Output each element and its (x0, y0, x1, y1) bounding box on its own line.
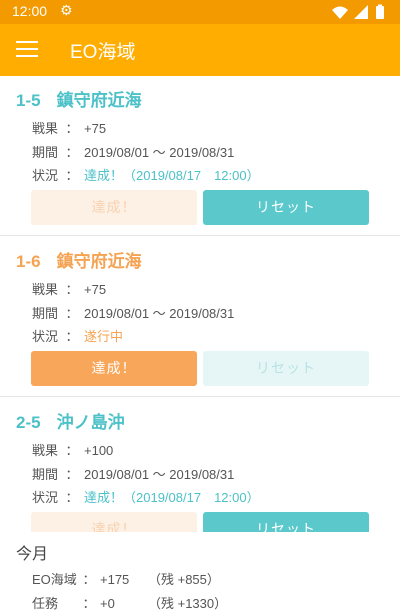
status-icons (332, 4, 384, 19)
hamburger-menu-icon[interactable] (16, 41, 38, 59)
status-row: 状況：達成！（2019/08/17 12:00） (32, 168, 260, 183)
reset-button[interactable]: リセット (203, 190, 369, 225)
result-row: 戦果： +100 (32, 443, 114, 458)
achieve-button[interactable]: 達成！ (31, 512, 197, 532)
summary-row: 任務： +0 （残 +1330） (32, 596, 228, 611)
card-heading: 1-5 鎮守府近海 (16, 86, 142, 111)
area-name: 鎮守府近海 (56, 91, 142, 110)
status-bar: 12:00 ⚙ (0, 0, 400, 24)
summary-title: 今月 (16, 546, 49, 563)
result-value: +75 (84, 282, 107, 297)
summary-row: EO海域： +175 （残 +855） (32, 572, 220, 587)
app-bar: EO海域 (0, 24, 400, 76)
area-name: 沖ノ島沖 (56, 413, 125, 432)
monthly-summary: 今月 EO海域： +175 （残 +855） 任務： +0 （残 +1330） (0, 532, 400, 614)
period-row: 期間： 2019/08/01 ～ 2019/08/31 (32, 145, 235, 160)
status-row: 状況：達成！（2019/08/17 12:00） (32, 490, 260, 505)
page-title: EO海域 (70, 42, 136, 63)
result-row: 戦果： +75 (32, 282, 107, 297)
battery-icon (376, 6, 384, 19)
card-heading: 1-6 鎮守府近海 (16, 247, 142, 272)
gear-icon: ⚙ (60, 3, 73, 19)
period-row: 期間： 2019/08/01 ～ 2019/08/31 (32, 467, 235, 482)
period-value: 2019/08/01 ～ 2019/08/31 (84, 306, 235, 321)
area-card: 1-6 鎮守府近海 戦果： +75 期間： 2019/08/01 ～ 2019/08/… (0, 237, 400, 397)
achieve-button[interactable]: 達成！ (31, 190, 197, 225)
period-value: 2019/08/01 ～ 2019/08/31 (84, 145, 235, 160)
result-value: +75 (84, 121, 107, 136)
area-id: 1-5 (16, 91, 41, 110)
signal-icon (354, 5, 368, 19)
area-card: 2-5 沖ノ島沖 戦果： +100 期間： 2019/08/01 ～ 2019/08/… (0, 398, 400, 532)
status-row: 状況：遂行中 (32, 329, 124, 344)
status-time: 12:00 (12, 3, 48, 19)
area-id: 2-5 (16, 413, 41, 432)
area-list[interactable]: 1-5 鎮守府近海 戦果： +75 期間： 2019/08/01 ～ 2019/08/… (0, 76, 400, 532)
result-row: 戦果： +75 (32, 121, 107, 136)
area-card: 1-5 鎮守府近海 戦果： +75 期間： 2019/08/01 ～ 2019/08/… (0, 76, 400, 236)
period-row: 期間： 2019/08/01 ～ 2019/08/31 (32, 306, 235, 321)
status-value: 達成！（2019/08/17 12:00） (84, 490, 260, 505)
status-value: 遂行中 (84, 329, 124, 344)
reset-button[interactable]: リセット (203, 351, 369, 386)
area-name: 鎮守府近海 (56, 252, 142, 271)
achieve-button[interactable]: 達成！ (31, 351, 197, 386)
period-value: 2019/08/01 ～ 2019/08/31 (84, 467, 235, 482)
area-id: 1-6 (16, 252, 41, 271)
status-value: 達成！（2019/08/17 12:00） (84, 168, 260, 183)
reset-button[interactable]: リセット (203, 512, 369, 532)
card-heading: 2-5 沖ノ島沖 (16, 408, 125, 433)
wifi-icon (332, 6, 348, 19)
result-value: +100 (84, 443, 114, 458)
